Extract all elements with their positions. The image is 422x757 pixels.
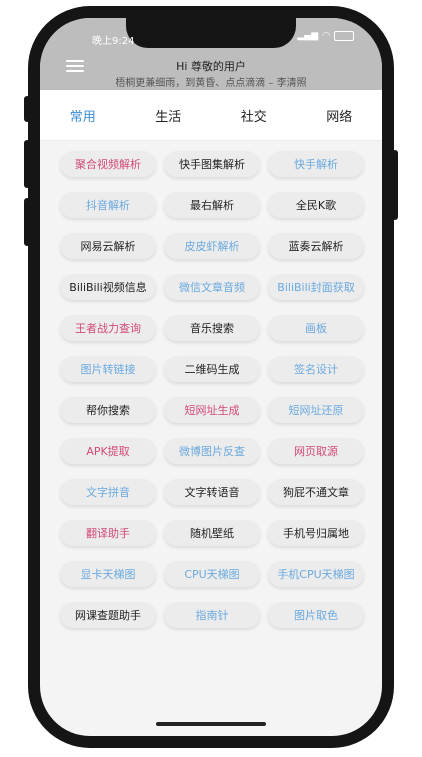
tool-button[interactable]: BiliBili封面获取 (268, 274, 364, 300)
tool-button[interactable]: 指南针 (164, 602, 260, 628)
tab-common[interactable]: 常用 (43, 106, 123, 125)
tool-button[interactable]: 文字转语音 (164, 479, 260, 505)
tool-button[interactable]: 手机CPU天梯图 (268, 561, 364, 587)
tool-button[interactable]: 二维码生成 (164, 356, 260, 382)
status-time: 晚上9:24 (92, 36, 135, 47)
tool-button[interactable]: 画板 (268, 315, 364, 341)
tool-button[interactable]: 随机壁纸 (164, 520, 260, 546)
tool-button[interactable]: 快手图集解析 (164, 151, 260, 177)
header-subtitle: 梧桐更兼细雨，到黄昏、点点滴滴 – 李清照 (115, 78, 307, 89)
volume-down-button (24, 198, 30, 246)
tab-life[interactable]: 生活 (128, 106, 208, 125)
tool-button[interactable]: 网易云解析 (60, 233, 156, 259)
tool-button[interactable]: CPU天梯图 (164, 561, 260, 587)
tool-button[interactable]: 聚合视频解析 (60, 151, 156, 177)
app-header: 晚上9:24 ▂▄▆ ◠ Hi 尊敬的用户 梧桐更兼细雨，到黄昏、点点滴滴 – … (40, 18, 382, 90)
tool-button[interactable]: 微信文章音频 (164, 274, 260, 300)
tool-button[interactable]: 签名设计 (268, 356, 364, 382)
notch (126, 18, 296, 48)
tool-button[interactable]: 图片取色 (268, 602, 364, 628)
mute-switch (24, 96, 30, 122)
tool-button[interactable]: 帮你搜索 (60, 397, 156, 423)
tab-social[interactable]: 社交 (214, 106, 294, 125)
tool-button[interactable]: 图片转链接 (60, 356, 156, 382)
tool-button[interactable]: 短网址生成 (164, 397, 260, 423)
app-screen: 晚上9:24 ▂▄▆ ◠ Hi 尊敬的用户 梧桐更兼细雨，到黄昏、点点滴滴 – … (40, 18, 382, 736)
tool-button[interactable]: 微博图片反查 (164, 438, 260, 464)
tool-button[interactable]: BiliBili视频信息 (60, 274, 156, 300)
tool-button[interactable]: 短网址还原 (268, 397, 364, 423)
category-tabs: 常用 生活 社交 网络 (40, 90, 382, 141)
tab-network[interactable]: 网络 (299, 106, 379, 125)
battery-icon (334, 31, 354, 41)
tool-button[interactable]: 皮皮虾解析 (164, 233, 260, 259)
tool-button[interactable]: 全民K歌 (268, 192, 364, 218)
power-button (392, 150, 398, 220)
tool-grid: 聚合视频解析 快手图集解析 快手解析抖音解析 最右解析 全民K歌网易云解析 皮皮虾解析 蓝奏… (60, 151, 370, 628)
tool-button[interactable]: 王者战力查询 (60, 315, 156, 341)
status-icons: ▂▄▆ ◠ (297, 31, 354, 41)
volume-up-button (24, 140, 30, 188)
tool-button[interactable]: 翻译助手 (60, 520, 156, 546)
tool-button[interactable]: 狗屁不通文章 (268, 479, 364, 505)
tool-button[interactable]: 快手解析 (268, 151, 364, 177)
tool-button[interactable]: 音乐搜索 (164, 315, 260, 341)
home-indicator (156, 722, 266, 726)
tool-button[interactable]: 网课查题助手 (60, 602, 156, 628)
tool-button[interactable]: 手机号归属地 (268, 520, 364, 546)
wifi-icon: ◠ (322, 31, 330, 41)
tool-button[interactable]: 抖音解析 (60, 192, 156, 218)
tool-button[interactable]: APK提取 (60, 438, 156, 464)
tool-button[interactable]: 蓝奏云解析 (268, 233, 364, 259)
tool-button[interactable]: 最右解析 (164, 192, 260, 218)
tool-button[interactable]: 文字拼音 (60, 479, 156, 505)
greeting: Hi 尊敬的用户 (176, 60, 246, 73)
signal-icon: ▂▄▆ (297, 31, 319, 41)
tool-button[interactable]: 网页取源 (268, 438, 364, 464)
tool-button[interactable]: 显卡天梯图 (60, 561, 156, 587)
